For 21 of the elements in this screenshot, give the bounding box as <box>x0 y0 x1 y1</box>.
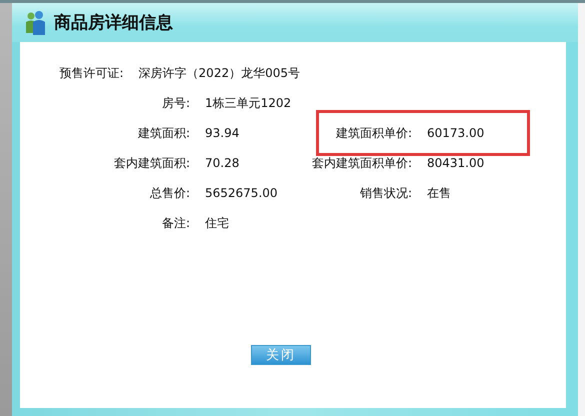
field-label: 预售许可证: <box>58 64 124 82</box>
field-value: 深房许字（2022）龙华005号 <box>138 64 300 82</box>
field-value: 60173.00 <box>426 126 484 140</box>
field-value: 70.28 <box>204 156 240 170</box>
field-label: 套内建筑面积单价: <box>310 154 412 172</box>
field-label: 备注: <box>160 214 190 232</box>
close-button[interactable]: 关闭 <box>251 345 311 365</box>
field-value: 80431.00 <box>426 156 484 170</box>
field-label: 房号: <box>160 94 190 112</box>
field-value: 住宅 <box>204 214 229 232</box>
users-icon <box>24 10 46 36</box>
field-label: 建筑面积: <box>136 124 190 142</box>
field-label: 销售状况: <box>358 184 412 202</box>
field-value: 93.94 <box>204 126 240 140</box>
field-value: 1栋三单元1202 <box>204 94 292 112</box>
field-value: 在售 <box>426 184 451 202</box>
field-label: 套内建筑面积: <box>112 154 190 172</box>
field-value: 5652675.00 <box>204 186 278 200</box>
field-label: 建筑面积单价: <box>334 124 412 142</box>
field-label: 总售价: <box>148 184 190 202</box>
dialog-title: 商品房详细信息 <box>54 12 173 34</box>
